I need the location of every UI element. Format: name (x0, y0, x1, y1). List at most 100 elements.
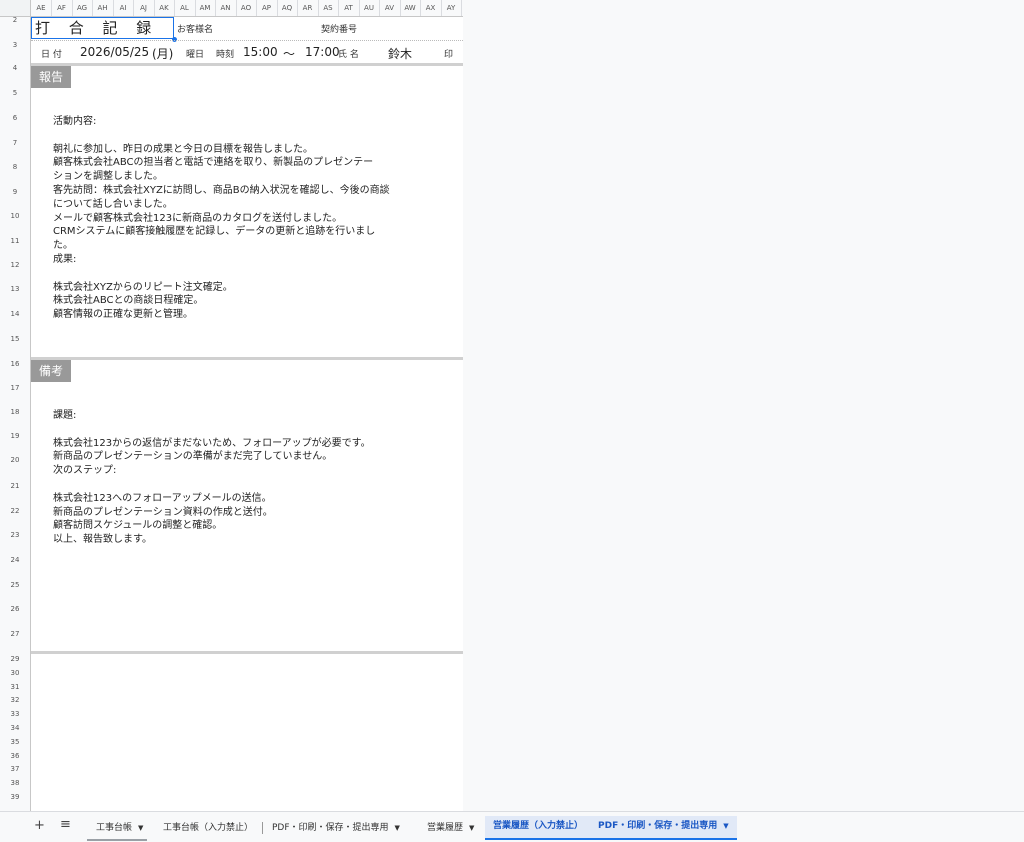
sheet-tab-bar: + ≡ 工事台帳 ▼ 工事台帳（入力禁止） PDF・印刷・保存・提出専用 ▼ 営業履… (0, 811, 1024, 842)
title-cell[interactable]: 打 合 記 録 (31, 17, 174, 39)
column-header[interactable]: AY (441, 0, 462, 16)
all-sheets-menu-button[interactable]: ≡ (60, 817, 71, 832)
text-line: 新商品のプレゼンテーションの準備がまだ完了していません。 (53, 451, 333, 463)
text-line: 活動内容: (53, 116, 97, 127)
name-value[interactable]: 鈴木 (388, 45, 412, 62)
section-divider (31, 357, 463, 360)
report-body[interactable]: 活動内容: 朝礼に参加し、昨日の成果と今日の目標を報告しました。顧客株式会社AB… (53, 115, 390, 322)
chevron-down-icon[interactable]: ▼ (395, 824, 400, 832)
row-header[interactable]: 9 (0, 188, 30, 196)
row-header[interactable]: 33 (0, 710, 30, 718)
column-header[interactable]: AE (31, 0, 52, 16)
row-header[interactable]: 12 (0, 261, 30, 269)
spreadsheet-grid[interactable]: AE AF AG AH AI AJ AK AL AM AN AO AP AQ AR AS AT AU AV AW AX… (0, 0, 463, 811)
row-header[interactable]: 19 (0, 432, 30, 440)
row-header[interactable]: 21 (0, 482, 30, 490)
text-line: 朝礼に参加し、昨日の成果と今日の目標を報告しました。 (53, 143, 313, 155)
text-line: 顧客株式会社ABCの担当者と電話で連絡を取り、新製品のプレゼンテー (53, 157, 374, 169)
chevron-down-icon[interactable]: ▼ (138, 824, 143, 832)
tab-construction-ledger[interactable]: 工事台帳 ▼ (88, 818, 151, 838)
row-header[interactable]: 5 (0, 89, 30, 97)
add-sheet-button[interactable]: + (34, 818, 45, 833)
column-header[interactable]: AO (236, 0, 257, 16)
row-header[interactable]: 38 (0, 779, 30, 787)
report-heading: 報告 (31, 66, 71, 88)
row-header[interactable]: 3 (0, 41, 30, 49)
column-header[interactable]: AT (339, 0, 360, 16)
row-header[interactable]: 13 (0, 285, 30, 293)
notes-body[interactable]: 課題: 株式会社123からの返信がまだないため、フォローアップが必要です。 新商品… (53, 409, 371, 547)
text-line: 客先訪問：株式会社XYZに訪問し、商品Bの納入状況を確認し、今後の商談 (53, 184, 390, 196)
tab-pdf-print-1[interactable]: PDF・印刷・保存・提出専用 ▼ (264, 818, 408, 838)
tab-sales-history-locked[interactable]: 営業履歴（入力禁止） (485, 816, 592, 840)
text-line: た。 (53, 240, 73, 252)
tab-pdf-print-2[interactable]: PDF・印刷・保存・提出専用 ▼ (590, 816, 737, 840)
row-header[interactable]: 37 (0, 765, 30, 773)
row-header[interactable]: 2 (0, 16, 30, 24)
section-divider (31, 651, 463, 654)
row-header[interactable]: 22 (0, 507, 30, 515)
column-header[interactable]: AX (421, 0, 442, 16)
tab-sales-history[interactable]: 営業履歴 ▼ (419, 818, 482, 838)
time-end[interactable]: 17:00 (305, 45, 340, 59)
row-header[interactable]: 34 (0, 724, 30, 732)
row-header[interactable]: 23 (0, 531, 30, 539)
row-header[interactable]: 4 (0, 64, 30, 72)
text-line: 次のステップ: (53, 465, 117, 477)
column-header[interactable]: AW (400, 0, 421, 16)
text-line: 新商品のプレゼンテーション資料の作成と送付。 (53, 506, 273, 518)
date-value[interactable]: 2026/05/25 (80, 45, 149, 59)
column-header[interactable]: AM (195, 0, 216, 16)
column-header[interactable]: AN (216, 0, 237, 16)
section-divider (31, 63, 463, 66)
row-header[interactable]: 39 (0, 793, 30, 801)
column-header[interactable]: AK (154, 0, 175, 16)
column-header[interactable]: AI (113, 0, 134, 16)
row-header[interactable]: 32 (0, 696, 30, 704)
chevron-down-icon[interactable]: ▼ (723, 822, 728, 830)
customer-label: お客様名 (177, 25, 214, 35)
column-header[interactable]: AF (52, 0, 73, 16)
row-header[interactable]: 35 (0, 738, 30, 746)
weekday-value[interactable]: (月) (152, 45, 173, 62)
row-header[interactable]: 31 (0, 683, 30, 691)
row-header[interactable]: 25 (0, 581, 30, 589)
row-header[interactable]: 16 (0, 360, 30, 368)
row-header[interactable]: 8 (0, 163, 30, 171)
row-header[interactable]: 20 (0, 456, 30, 464)
column-header[interactable]: AL (175, 0, 196, 16)
column-header[interactable]: AS (318, 0, 339, 16)
time-label: 時刻 (216, 50, 235, 60)
column-header[interactable]: AQ (277, 0, 298, 16)
text-line: 株式会社XYZからのリピート注文確定。 (53, 281, 233, 293)
column-header[interactable]: AJ (134, 0, 155, 16)
column-header[interactable]: AH (93, 0, 114, 16)
row-header[interactable]: 10 (0, 212, 30, 220)
select-all-corner[interactable] (0, 0, 31, 16)
tab-label: PDF・印刷・保存・提出専用 (598, 821, 718, 831)
time-start[interactable]: 15:00 (243, 45, 278, 59)
tab-construction-ledger-locked[interactable]: 工事台帳（入力禁止） (155, 818, 261, 838)
row-header[interactable]: 29 (0, 655, 30, 663)
column-header[interactable]: AG (72, 0, 93, 16)
row-header[interactable]: 7 (0, 139, 30, 147)
column-header[interactable]: AP (257, 0, 278, 16)
tab-separator (262, 822, 263, 834)
row-header[interactable]: 18 (0, 408, 30, 416)
row-header[interactable]: 36 (0, 752, 30, 760)
row-header[interactable]: 30 (0, 669, 30, 677)
column-header[interactable]: AR (298, 0, 319, 16)
column-header[interactable]: AU (359, 0, 380, 16)
chevron-down-icon[interactable]: ▼ (469, 824, 474, 832)
row-header[interactable]: 24 (0, 556, 30, 564)
date-label: 日 付 (41, 50, 62, 60)
row-header[interactable]: 11 (0, 237, 30, 245)
column-header[interactable]: AV (380, 0, 401, 16)
row-header[interactable]: 14 (0, 310, 30, 318)
row-header[interactable]: 15 (0, 335, 30, 343)
text-line: 課題: (53, 410, 77, 421)
row-header[interactable]: 27 (0, 630, 30, 638)
row-header[interactable]: 26 (0, 605, 30, 613)
row-header[interactable]: 17 (0, 384, 30, 392)
row-header[interactable]: 6 (0, 114, 30, 122)
